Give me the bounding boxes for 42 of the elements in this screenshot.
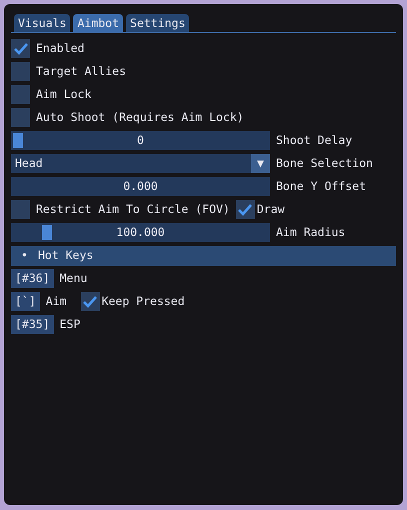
checkbox[interactable] [11,62,30,81]
input-field[interactable]: 0.000 [11,177,270,196]
checkbox-label: Keep Pressed [102,292,185,310]
slider[interactable]: 0 [11,131,270,150]
checkbox-label: Aim Lock [36,86,92,103]
dropdown-label: Bone Selection [276,154,373,172]
hotkey-label: ESP [60,316,80,333]
checkmark-icon [238,204,252,216]
slider-label: Aim Radius [276,224,346,241]
checkbox-label: Auto Shoot (Requires Aim Lock) [36,108,244,126]
bullet-icon: • [21,247,28,265]
checkbox[interactable] [236,200,255,219]
checkbox[interactable] [11,85,30,104]
header-label: Hot Keys [38,247,94,264]
input-label: Bone Y Offset [276,178,366,195]
hotkey-button[interactable]: [#35] [11,315,54,334]
checkmark-icon [83,296,98,308]
checkmark-icon [14,42,28,54]
slider[interactable]: 100.000 [11,223,270,242]
tab[interactable]: Visuals [14,14,70,32]
checkbox[interactable] [80,292,100,311]
slider-thumb[interactable] [42,225,52,240]
checkbox-label: Target Allies [36,62,126,80]
slider-thumb[interactable] [13,133,23,148]
slider-value: 0 [137,132,144,149]
slider-label: Shoot Delay [276,132,352,149]
hotkey-button[interactable]: [#36] [11,269,54,288]
section-header[interactable]: • Hot Keys [11,246,396,266]
dropdown-value: Head [15,154,43,172]
hotkey-label: Aim [46,292,67,310]
tab[interactable]: Settings [126,14,190,32]
dropdown[interactable]: Head ▼ [11,154,270,173]
checkbox[interactable] [11,108,30,127]
hotkey-label: Menu [60,270,88,287]
checkbox-label: Draw [256,200,285,218]
slider-value: 100.000 [116,224,165,241]
checkbox-label: Restrict Aim To Circle (FOV) [36,200,230,218]
hotkey-button[interactable]: [`] [11,292,40,311]
checkbox[interactable] [11,200,30,219]
checkbox[interactable] [11,39,30,58]
checkbox-label: Enabled [36,40,84,57]
tab[interactable]: Aimbot [73,14,124,32]
